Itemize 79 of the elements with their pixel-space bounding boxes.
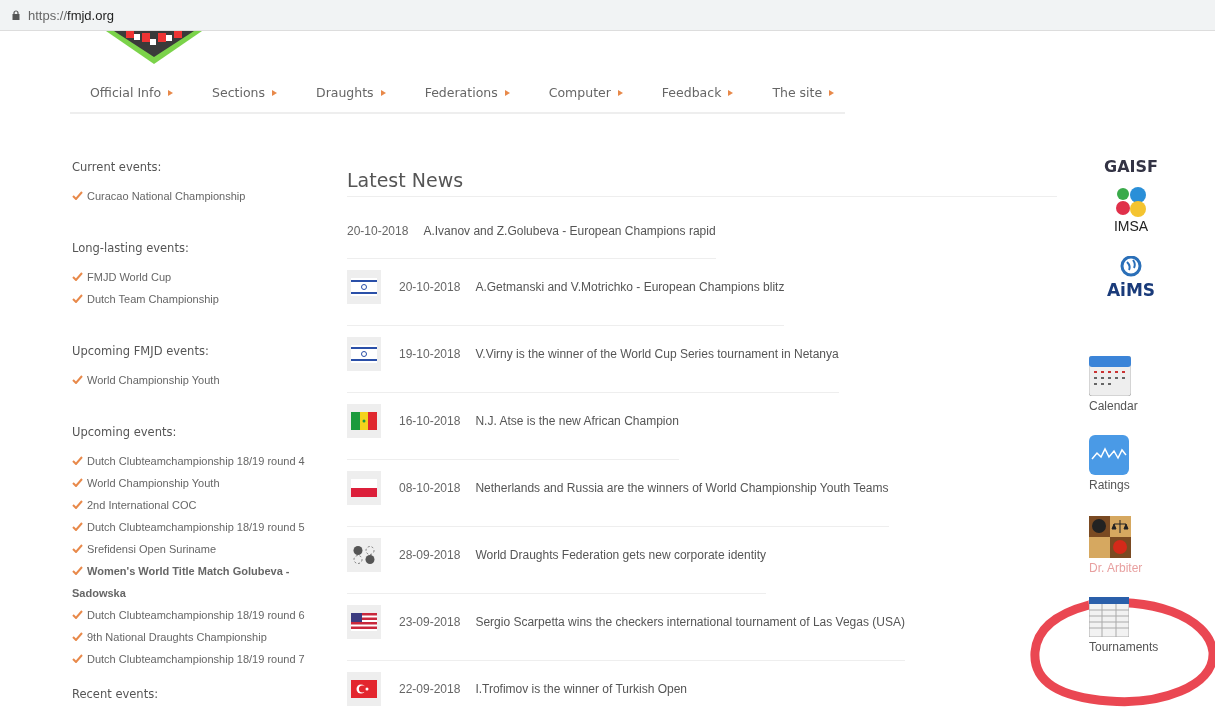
news-date: 28-09-2018 bbox=[399, 547, 461, 563]
event-link[interactable]: FMJD World Cup bbox=[72, 266, 317, 288]
news-title-link[interactable]: V.Virny is the winner of the World Cup Series tournament in Netanya bbox=[475, 346, 839, 362]
news-title-link[interactable]: I.Trofimov is the winner of Turkish Open bbox=[475, 681, 688, 697]
flag-icon[interactable] bbox=[347, 270, 381, 304]
check-icon bbox=[72, 272, 83, 281]
nav-menu-link[interactable]: Feedback bbox=[661, 85, 734, 100]
event-link[interactable]: Dutch Clubteamchampionship 18/19 round 4 bbox=[72, 450, 317, 472]
news-date: 23-09-2018 bbox=[399, 614, 461, 630]
event-link[interactable]: World Championship Youth bbox=[72, 369, 317, 391]
check-icon bbox=[72, 632, 83, 641]
event-link[interactable]: Dutch Clubteamchampionship 18/19 round 5 bbox=[72, 516, 317, 538]
event-link[interactable]: Dutch Team Championship bbox=[72, 288, 317, 310]
section-heading: Current events: bbox=[72, 159, 163, 176]
news-title-link[interactable]: Netherlands and Russia are the winners of World Championship Youth Teams bbox=[475, 480, 889, 496]
check-icon bbox=[72, 654, 83, 663]
address-bar[interactable]: https://fmjd.org bbox=[0, 0, 1215, 31]
event-link[interactable]: Curacao National Championship bbox=[72, 185, 317, 207]
news-title-link[interactable]: World Draughts Federation gets new corporate identity bbox=[475, 547, 766, 563]
caret-icon bbox=[272, 89, 277, 96]
caret-icon bbox=[504, 89, 510, 96]
event-link[interactable]: Dutch Clubteamchampionship 18/19 round 6 bbox=[72, 604, 317, 626]
check-icon bbox=[72, 191, 83, 200]
draughts-logo-icon[interactable] bbox=[347, 538, 381, 572]
news-date: 19-10-2018 bbox=[399, 346, 461, 362]
nav-menu-link[interactable]: Official Info bbox=[90, 85, 174, 100]
event-link[interactable]: Srefidensi Open Suriname bbox=[72, 538, 317, 560]
news-date: 08-10-2018 bbox=[399, 480, 461, 496]
gaisf-logo[interactable]: GAISF bbox=[1104, 157, 1158, 176]
caret-icon bbox=[380, 89, 386, 96]
check-icon bbox=[72, 375, 83, 384]
event-link[interactable]: Dutch Clubteamchampionship 18/19 round 7 bbox=[72, 648, 317, 670]
news-title-link[interactable]: A.Ivanov and Z.Golubeva - European Champions rapid bbox=[423, 223, 716, 239]
news-title-link[interactable]: Sergio Scarpetta wins the checkers international tournament of Las Vegas (USA) bbox=[475, 614, 905, 630]
caret-icon bbox=[728, 89, 734, 96]
caret-icon bbox=[617, 89, 623, 96]
url-text: https://fmjd.org bbox=[28, 7, 114, 23]
calendar-icon bbox=[1089, 356, 1131, 396]
check-icon bbox=[72, 610, 83, 619]
flag-icon[interactable] bbox=[347, 605, 381, 639]
nav-menu-link[interactable]: Federations bbox=[424, 85, 510, 100]
news-date: 22-09-2018 bbox=[399, 681, 461, 697]
flag-icon[interactable] bbox=[347, 471, 381, 505]
event-link[interactable]: Women's World Title Match Golubeva - Sadowska bbox=[72, 560, 317, 604]
check-icon bbox=[72, 294, 83, 303]
nav-menu-link[interactable]: Draughts bbox=[316, 85, 386, 100]
check-icon bbox=[72, 478, 83, 487]
section-heading: Upcoming events: bbox=[72, 424, 178, 441]
check-icon bbox=[72, 456, 83, 465]
news-date: 20-10-2018 bbox=[347, 223, 409, 239]
aims-logo[interactable]: AiMS bbox=[1106, 256, 1156, 300]
event-link[interactable]: 2nd International COC bbox=[72, 494, 317, 516]
flag-icon[interactable] bbox=[347, 337, 381, 371]
nav-menu-link[interactable]: Computer bbox=[548, 85, 623, 100]
section-heading: Recent events: bbox=[72, 686, 160, 703]
news-title-link[interactable]: N.J. Atse is the new African Champion bbox=[475, 413, 679, 429]
section-heading: Upcoming FMJD events: bbox=[72, 343, 210, 360]
caret-icon bbox=[829, 89, 835, 96]
section-heading: Long-lasting events: bbox=[72, 240, 190, 257]
table-icon bbox=[1089, 597, 1129, 637]
event-link[interactable]: 9th National Draughts Championship bbox=[72, 626, 317, 648]
nav-menu-link[interactable]: Sections bbox=[212, 85, 277, 100]
lock-icon bbox=[12, 10, 20, 20]
line-chart-icon bbox=[1089, 435, 1129, 475]
news-title-link[interactable]: A.Getmanski and V.Motrichko - European Champions blitz bbox=[475, 279, 785, 295]
check-icon bbox=[72, 544, 83, 553]
draughts-scales-icon bbox=[1089, 516, 1131, 558]
imsa-logo[interactable]: IMSA bbox=[1113, 186, 1149, 234]
app-shortcut[interactable]: Calendar bbox=[1089, 356, 1167, 413]
news-heading: Latest News bbox=[347, 166, 1057, 197]
check-icon bbox=[72, 566, 83, 575]
nav-menu-link[interactable]: The site bbox=[772, 85, 835, 100]
app-shortcut[interactable]: Ratings bbox=[1089, 435, 1167, 492]
check-icon bbox=[72, 500, 83, 509]
event-link[interactable]: World Championship Youth bbox=[72, 472, 317, 494]
news-date: 16-10-2018 bbox=[399, 413, 461, 429]
caret-icon bbox=[168, 89, 174, 96]
news-date: 20-10-2018 bbox=[399, 279, 461, 295]
check-icon bbox=[72, 522, 83, 531]
